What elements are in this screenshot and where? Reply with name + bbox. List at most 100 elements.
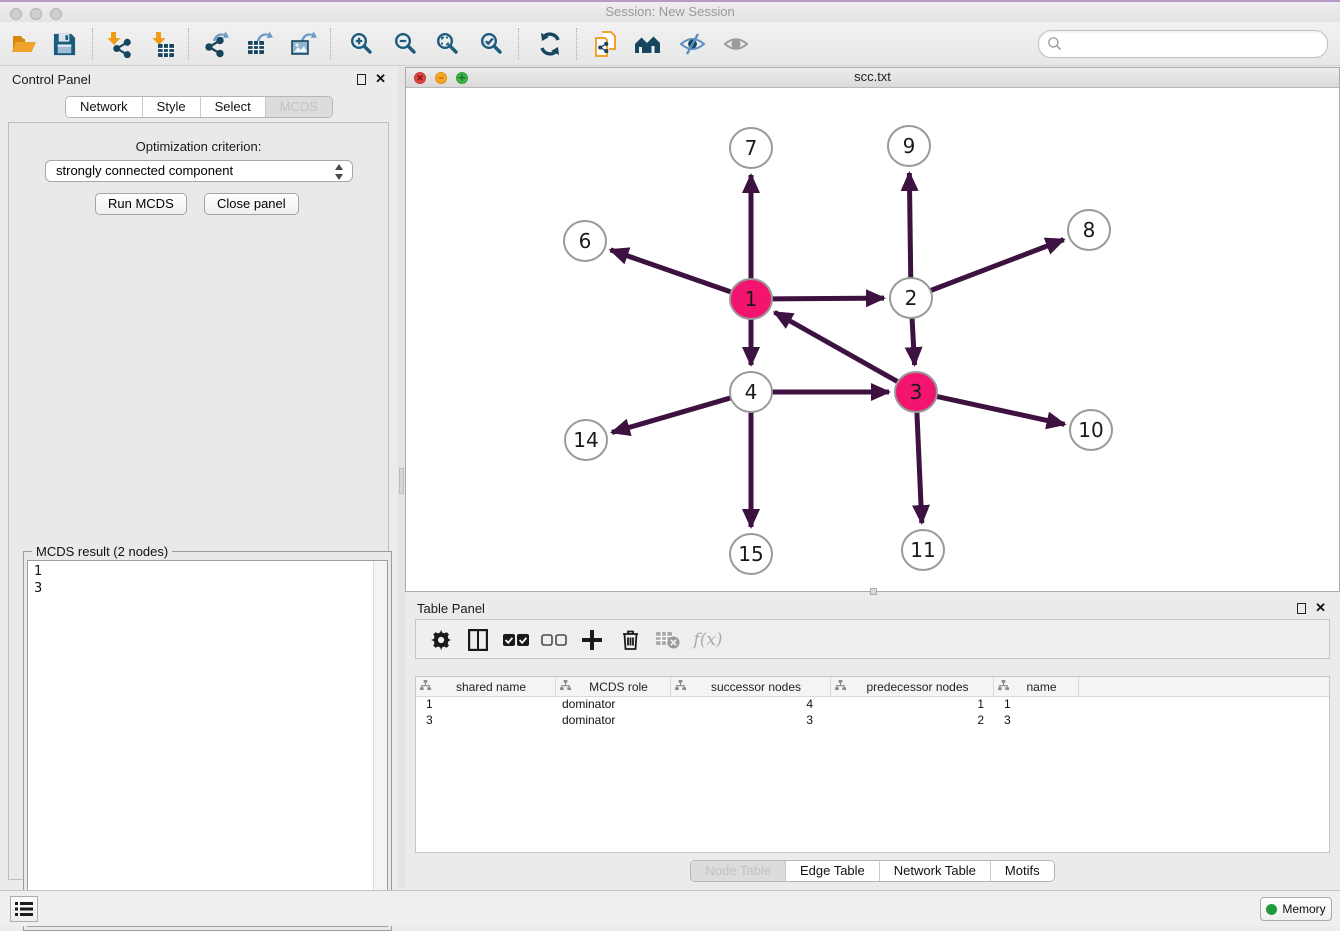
table-cell[interactable]: 3: [671, 713, 831, 729]
float-panel-icon[interactable]: [357, 74, 366, 85]
memory-label: Memory: [1282, 902, 1325, 916]
save-session-button[interactable]: [50, 30, 78, 58]
table-settings-button[interactable]: [428, 626, 456, 654]
search-field[interactable]: [1038, 30, 1328, 58]
table-tab-node-table[interactable]: Node Table: [691, 861, 786, 881]
table-cell[interactable]: 1: [831, 697, 994, 713]
export-network-button[interactable]: [202, 30, 230, 58]
tab-network[interactable]: Network: [66, 97, 143, 117]
run-mcds-button[interactable]: Run MCDS: [95, 193, 187, 215]
column-header-predecessor-nodes[interactable]: predecessor nodes: [831, 677, 994, 696]
graph-edge-2-3[interactable]: [912, 318, 915, 365]
node-table[interactable]: shared name MCDS role successor nodesprede…: [415, 676, 1330, 853]
import-table-button[interactable]: [148, 30, 176, 58]
tab-mcds[interactable]: MCDS: [266, 97, 332, 117]
vertical-splitter[interactable]: [398, 66, 405, 888]
zoom-fit-button[interactable]: [434, 30, 462, 58]
toolbar-separator: [576, 28, 577, 60]
close-network-icon[interactable]: ✕: [414, 72, 426, 84]
table-cell[interactable]: 1: [994, 697, 1079, 713]
status-bar: Memory: [0, 890, 1340, 926]
deselect-all-rows-button[interactable]: [540, 626, 568, 654]
import-network-button[interactable]: [104, 30, 132, 58]
column-header-successor-nodes[interactable]: successor nodes: [671, 677, 831, 696]
table-row[interactable]: 3dominator323: [416, 713, 1329, 729]
tab-select[interactable]: Select: [201, 97, 266, 117]
delete-table-icon: [656, 632, 680, 649]
column-header-name[interactable]: name: [994, 677, 1079, 696]
hide-selected-button[interactable]: [678, 30, 706, 58]
close-window-button[interactable]: [10, 8, 22, 20]
maximize-network-icon[interactable]: ＋: [456, 72, 468, 84]
graph-edge-1-2[interactable]: [771, 298, 884, 299]
close-panel-icon[interactable]: ✕: [375, 72, 386, 86]
refresh-icon: [537, 31, 563, 57]
tab-style[interactable]: Style: [143, 97, 201, 117]
zoom-out-button[interactable]: [392, 30, 420, 58]
show-hidden-button[interactable]: [722, 30, 750, 58]
export-table-button[interactable]: [246, 30, 274, 58]
minimize-window-button[interactable]: [30, 8, 42, 20]
network-window-titlebar[interactable]: ✕ − ＋ scc.txt: [406, 68, 1339, 88]
column-header-MCDS-role[interactable]: MCDS role: [556, 677, 671, 696]
table-cell[interactable]: 3: [994, 713, 1079, 729]
open-session-button[interactable]: [10, 30, 38, 58]
task-history-button[interactable]: [10, 896, 38, 922]
main-toolbar: [0, 22, 1340, 66]
refresh-button[interactable]: [536, 30, 564, 58]
table-cell[interactable]: 3: [416, 713, 556, 729]
table-row[interactable]: 1dominator411: [416, 697, 1329, 713]
table-cell[interactable]: 4: [671, 697, 831, 713]
open-folder-icon: [11, 31, 37, 57]
clone-network-button[interactable]: [592, 30, 620, 58]
minimize-network-icon[interactable]: −: [435, 72, 447, 84]
graph-edge-4-14[interactable]: [612, 398, 732, 433]
zoom-window-button[interactable]: [50, 8, 62, 20]
mcds-result-scrollbar[interactable]: [373, 561, 387, 926]
window-resize-handle[interactable]: [870, 588, 877, 595]
mcds-result-list[interactable]: 1 3: [27, 560, 388, 927]
table-cell[interactable]: dominator: [556, 697, 671, 713]
zoom-selected-button[interactable]: [478, 30, 506, 58]
graph-edge-3-10[interactable]: [936, 396, 1065, 424]
export-image-icon: [290, 31, 318, 58]
graph-edge-2-9[interactable]: [909, 173, 910, 278]
column-header-label: MCDS role: [571, 680, 666, 694]
import-table-icon: [149, 31, 176, 58]
network-graph-canvas[interactable]: 7968124314101511: [406, 88, 1339, 591]
float-table-panel-icon[interactable]: [1297, 603, 1306, 614]
graph-edge-3-1[interactable]: [775, 312, 899, 382]
graph-node-label-3: 3: [910, 380, 923, 404]
unchecked-boxes-icon: [541, 634, 567, 647]
table-cell[interactable]: 2: [831, 713, 994, 729]
memory-button[interactable]: Memory: [1260, 897, 1332, 921]
delete-column-button[interactable]: [616, 626, 644, 654]
zoom-in-button[interactable]: [348, 30, 376, 58]
optimization-criterion-select[interactable]: strongly connected component: [45, 160, 353, 182]
show-all-networks-button[interactable]: [634, 30, 662, 58]
table-cell[interactable]: dominator: [556, 713, 671, 729]
close-panel-button[interactable]: Close panel: [204, 193, 299, 215]
select-all-rows-button[interactable]: [502, 626, 530, 654]
export-network-icon: [203, 31, 230, 58]
table-tab-network-table[interactable]: Network Table: [880, 861, 991, 881]
function-builder-button[interactable]: f(x): [690, 626, 726, 654]
close-table-panel-icon[interactable]: ✕: [1315, 601, 1326, 615]
search-input[interactable]: [1064, 37, 1327, 52]
splitter-handle[interactable]: [399, 468, 404, 494]
control-panel-tabs: NetworkStyleSelectMCDS: [65, 96, 333, 118]
delete-table-button[interactable]: [654, 626, 682, 654]
column-type-icon: [835, 680, 846, 694]
column-header-shared-name[interactable]: shared name: [416, 677, 556, 696]
table-tab-edge-table[interactable]: Edge Table: [786, 861, 880, 881]
column-visibility-button[interactable]: [464, 626, 492, 654]
select-stepper-icon: [335, 164, 344, 180]
graph-edge-3-11[interactable]: [917, 412, 922, 523]
export-image-button[interactable]: [290, 30, 318, 58]
graph-edge-1-6[interactable]: [610, 250, 732, 292]
graph-edge-2-8[interactable]: [930, 240, 1064, 291]
table-cell[interactable]: 1: [416, 697, 556, 713]
graph-node-label-4: 4: [745, 380, 758, 404]
add-column-button[interactable]: [578, 626, 606, 654]
table-tab-motifs[interactable]: Motifs: [991, 861, 1054, 881]
